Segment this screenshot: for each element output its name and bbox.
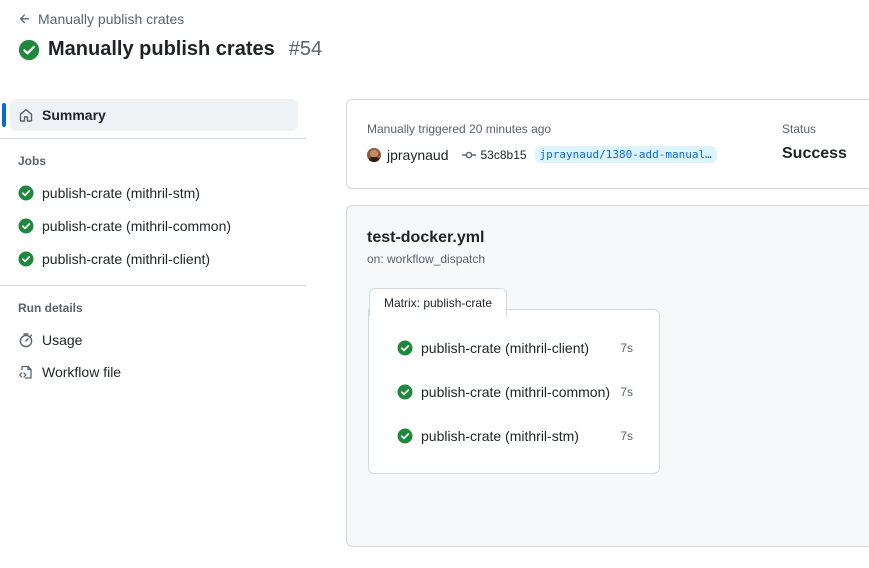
trigger-card: Manually triggered 20 minutes ago jprayn… xyxy=(346,99,869,189)
workflow-graph-card: test-docker.yml on: workflow_dispatch Ma… xyxy=(346,205,869,547)
run-details-heading: Run details xyxy=(18,301,83,315)
active-indicator xyxy=(2,103,6,127)
sidebar-item-label: Usage xyxy=(42,332,83,348)
sidebar-item-job-client[interactable]: publish-crate (mithril-client) xyxy=(18,251,210,267)
check-circle-fill-icon xyxy=(18,251,34,267)
status-label: Status xyxy=(782,122,817,136)
job-label: publish-crate (mithril-common) xyxy=(42,218,232,234)
job-name: publish-crate (mithril-client) xyxy=(421,340,590,356)
back-link[interactable]: Manually publish crates xyxy=(18,11,184,27)
matrix-job-common[interactable]: publish-crate (mithril-common) 7s xyxy=(397,384,633,400)
arrow-left-icon xyxy=(19,14,30,24)
git-commit-icon xyxy=(461,151,476,158)
sidebar-item-usage[interactable]: Usage xyxy=(18,332,82,348)
status-value: Success xyxy=(782,145,847,162)
home-icon xyxy=(19,108,33,122)
job-name: publish-crate (mithril-stm) xyxy=(421,428,579,444)
job-name: publish-crate (mithril-common) xyxy=(421,384,611,400)
commit-sha: 53c8b15 xyxy=(480,147,527,162)
workflow-file-name[interactable]: test-docker.yml xyxy=(367,229,484,247)
check-circle-fill-icon xyxy=(397,384,413,400)
check-circle-fill-icon xyxy=(397,340,413,356)
check-circle-fill-icon xyxy=(18,39,40,60)
user-link[interactable]: jpraynaud xyxy=(387,147,449,163)
workflow-trigger: on: workflow_dispatch xyxy=(367,252,486,266)
check-circle-fill-icon xyxy=(18,218,34,234)
job-label: publish-crate (mithril-stm) xyxy=(42,185,200,201)
matrix-job-stm[interactable]: publish-crate (mithril-stm) 7s xyxy=(397,428,633,444)
check-circle-fill-icon xyxy=(397,428,413,444)
divider xyxy=(0,138,306,139)
trigger-details: jpraynaud 53c8b15 jpraynaud/1380-add-man… xyxy=(367,146,717,163)
branch-badge[interactable]: jpraynaud/1380-add-manual… xyxy=(534,146,717,163)
file-code-icon xyxy=(19,365,32,379)
jobs-heading: Jobs xyxy=(18,154,47,168)
sidebar-item-label: Summary xyxy=(42,107,106,123)
run-number: #54 xyxy=(288,38,323,60)
run-title: Manually publish crates xyxy=(48,38,275,60)
avatar[interactable] xyxy=(367,147,381,162)
stopwatch-icon xyxy=(19,333,33,348)
trigger-label: Manually triggered 20 minutes ago xyxy=(367,122,552,136)
sidebar-item-workflow-file[interactable]: Workflow file xyxy=(18,364,121,380)
page-title: Manually publish crates #54 xyxy=(18,38,322,61)
commit-link[interactable]: 53c8b15 xyxy=(461,147,527,163)
matrix-job-client[interactable]: publish-crate (mithril-client) 7s xyxy=(397,340,633,356)
sidebar-item-job-stm[interactable]: publish-crate (mithril-stm) xyxy=(18,185,200,201)
sidebar-item-summary[interactable]: Summary xyxy=(10,99,298,131)
job-duration: 7s xyxy=(620,429,633,443)
check-circle-fill-icon xyxy=(18,185,34,201)
job-duration: 7s xyxy=(620,385,633,399)
matrix-tab[interactable]: Matrix: publish-crate xyxy=(369,288,508,316)
job-duration: 7s xyxy=(620,341,633,355)
back-link-label: Manually publish crates xyxy=(38,11,185,27)
job-label: publish-crate (mithril-client) xyxy=(42,251,211,267)
matrix-box: publish-crate (mithril-client) 7s publis… xyxy=(368,309,660,474)
sidebar-item-job-common[interactable]: publish-crate (mithril-common) xyxy=(18,218,231,234)
sidebar-item-label: Workflow file xyxy=(42,364,122,380)
divider xyxy=(0,285,306,286)
